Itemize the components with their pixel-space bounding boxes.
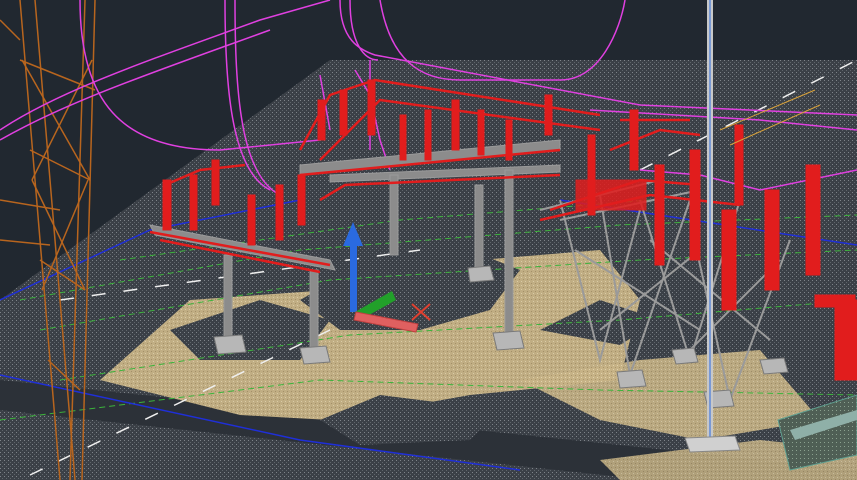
model-space-drawing[interactable] [0,0,857,480]
cad-3d-viewport[interactable] [0,0,857,480]
